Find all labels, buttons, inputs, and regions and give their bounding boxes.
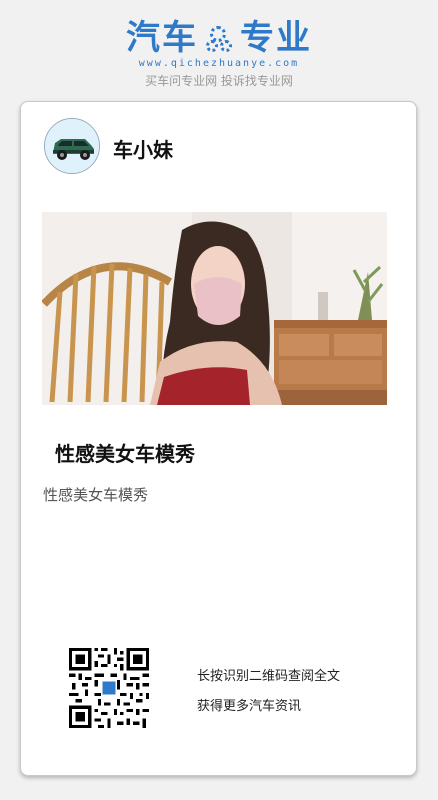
cover-image[interactable]	[42, 212, 387, 405]
logo-text-right: 专业	[240, 18, 312, 58]
qr-caption-line2: 获得更多汽车资讯	[197, 699, 302, 714]
site-header: 汽车 专业 www.qichezhuanye.com 买车问专业网 投诉找专业网	[0, 0, 438, 100]
site-slogan: 买车问专业网 投诉找专业网	[145, 74, 293, 88]
article-title[interactable]: 性感美女车模秀	[55, 438, 195, 467]
qr-code-icon[interactable]	[69, 648, 149, 728]
article-summary: 性感美女车模秀	[43, 486, 149, 504]
share-card: 车小妹 性感美女车模秀 性感美女车模秀 长按识别二维码查阅全文 获得更多汽车资讯	[20, 101, 417, 776]
logo-text-left: 汽车	[126, 18, 198, 58]
qr-caption-line1: 长按识别二维码查阅全文	[197, 669, 341, 684]
gear-icon	[204, 20, 234, 56]
author-name[interactable]: 车小妹	[113, 134, 173, 163]
author-avatar[interactable]	[44, 118, 100, 174]
site-domain: www.qichezhuanye.com	[138, 58, 300, 69]
site-logo[interactable]: 汽车 专业	[0, 20, 438, 56]
car-icon	[45, 119, 99, 173]
